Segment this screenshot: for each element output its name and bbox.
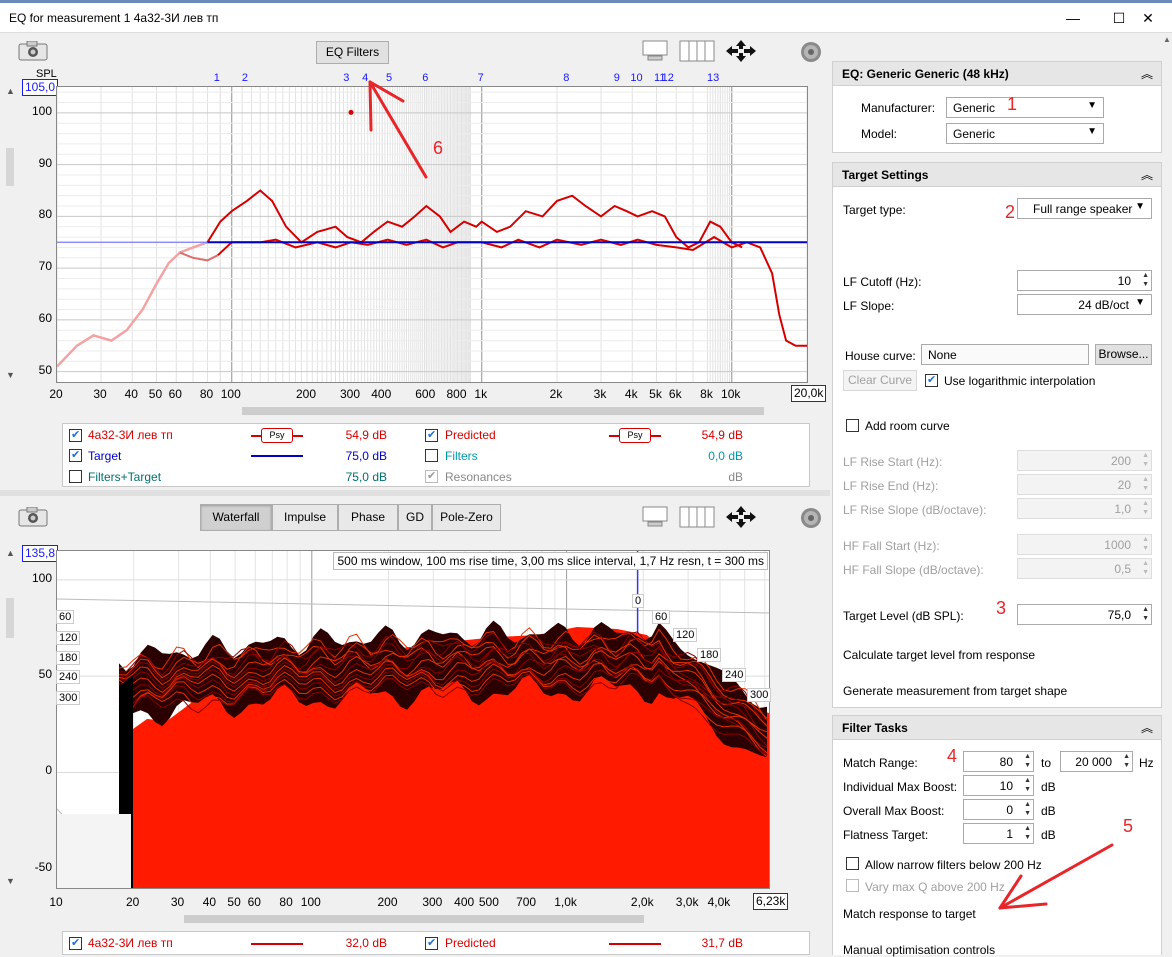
app-window: EQ for measurement 1 4a32-3И лев тп — ☐ …: [0, 0, 1172, 957]
annotation-arrows: [368, 80, 1114, 910]
arrow-6-shaft: [368, 80, 428, 179]
arrow-5-shaft: [998, 843, 1114, 910]
